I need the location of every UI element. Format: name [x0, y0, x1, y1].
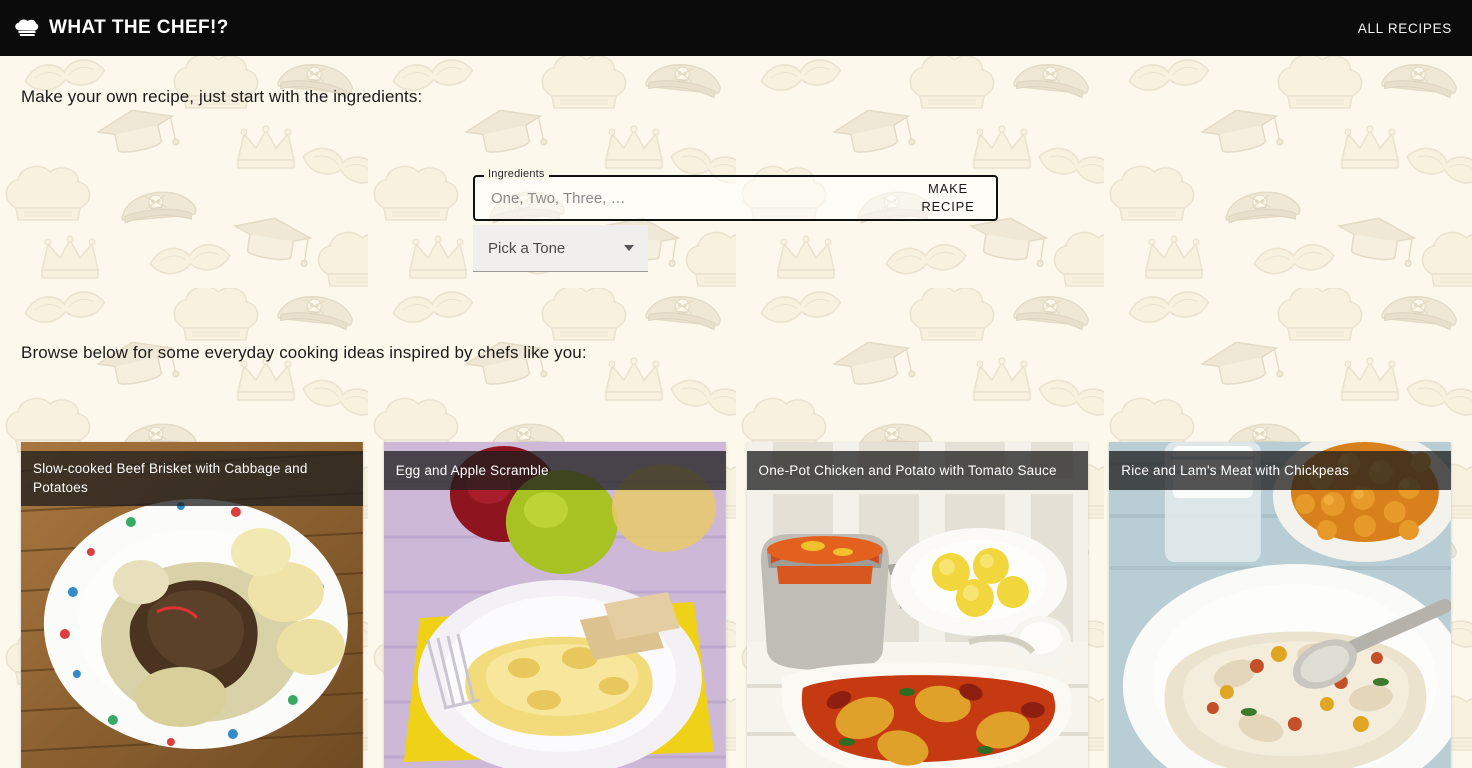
- tone-select[interactable]: Pick a Tone: [473, 225, 648, 272]
- app-title: WHAT THE CHEF!?: [49, 17, 229, 38]
- recipe-card[interactable]: Egg and Apple Scramble VIEW RECIPE: [383, 442, 726, 768]
- card-media: Rice and Lam's Meat with Chickpeas: [1109, 442, 1451, 768]
- recipe-photo-egg-apple-scramble: [383, 442, 726, 768]
- tone-select-value: Pick a Tone: [488, 239, 566, 257]
- nav-all-recipes[interactable]: ALL RECIPES: [1358, 21, 1452, 36]
- card-title: One-Pot Chicken and Potato with Tomato S…: [758, 462, 1057, 478]
- card-title: Rice and Lam's Meat with Chickpeas: [1121, 462, 1349, 478]
- recipe-card[interactable]: Rice and Lam's Meat with Chickpeas VIEW …: [1109, 442, 1451, 768]
- recipe-card-grid: Slow-cooked Beef Brisket with Cabbage an…: [21, 442, 1451, 768]
- card-title-bar: Slow-cooked Beef Brisket with Cabbage an…: [21, 451, 363, 506]
- card-title-bar: Rice and Lam's Meat with Chickpeas: [1109, 451, 1451, 490]
- ingredients-field: Ingredients MAKE RECIPE: [473, 169, 998, 221]
- make-recipe-button[interactable]: MAKE RECIPE: [900, 177, 996, 219]
- recipe-photo-rice-lamb-chickpeas: [1109, 442, 1451, 768]
- app-header: WHAT THE CHEF!? ALL RECIPES: [0, 0, 1472, 56]
- card-media: Egg and Apple Scramble: [383, 442, 726, 768]
- page-heading-secondary: Browse below for some everyday cooking i…: [21, 343, 587, 362]
- card-title-bar: One-Pot Chicken and Potato with Tomato S…: [746, 451, 1089, 490]
- recipe-card[interactable]: One-Pot Chicken and Potato with Tomato S…: [746, 442, 1089, 768]
- page-heading-primary: Make your own recipe, just start with th…: [21, 87, 423, 106]
- recipe-generator-form: Ingredients MAKE RECIPE Pick a Tone: [473, 169, 998, 272]
- card-title: Egg and Apple Scramble: [395, 462, 549, 478]
- brand-logo[interactable]: WHAT THE CHEF!?: [14, 17, 229, 39]
- ingredients-label: Ingredients: [484, 169, 549, 180]
- card-media: Slow-cooked Beef Brisket with Cabbage an…: [21, 442, 363, 768]
- recipe-photo-one-pot-chicken: [746, 442, 1089, 768]
- card-title-bar: Egg and Apple Scramble: [383, 451, 726, 490]
- chef-hat-icon: [14, 19, 40, 37]
- ingredients-input[interactable]: [475, 177, 900, 219]
- card-title: Slow-cooked Beef Brisket with Cabbage an…: [33, 461, 308, 495]
- recipe-card[interactable]: Slow-cooked Beef Brisket with Cabbage an…: [21, 442, 363, 768]
- chevron-down-icon: [624, 245, 634, 251]
- card-media: One-Pot Chicken and Potato with Tomato S…: [746, 442, 1089, 768]
